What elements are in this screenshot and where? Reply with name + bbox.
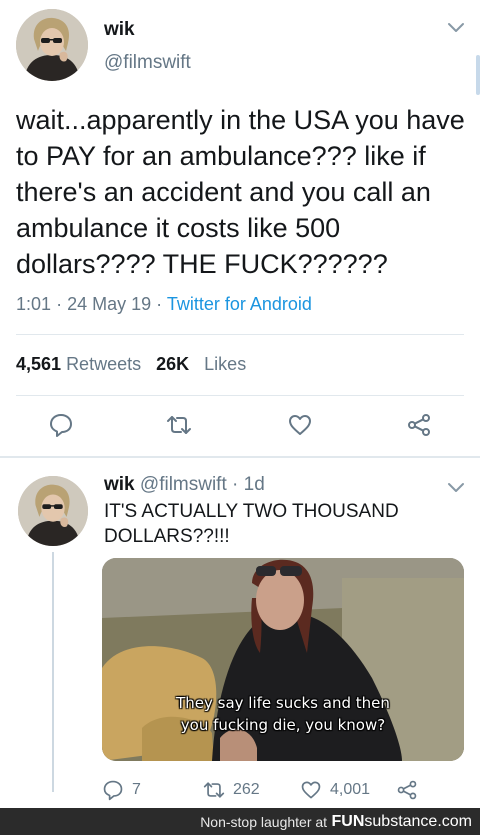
retweet-icon[interactable] [166,412,192,438]
retweet-count: 262 [233,781,260,798]
caption-line: you fucking die, you know? [180,716,386,734]
like-button[interactable]: 4,001 [300,778,370,802]
meta-separator: · [56,294,63,314]
meta-separator: · [156,294,163,314]
likes-count[interactable]: 26K [156,354,189,374]
thread-line [52,552,54,792]
share-button[interactable] [396,778,426,802]
divider [16,334,464,335]
watermark-tagline: Non-stop laughter at [200,813,328,830]
chevron-down-icon[interactable] [446,477,466,497]
tweet-meta: 1:01 · 24 May 19 · Twitter for Android [16,294,312,315]
avatar[interactable] [16,9,88,81]
like-icon [301,781,321,799]
section-divider [0,456,480,458]
tweet-text: wait...apparently in the USA you have to… [16,105,465,279]
tweet-age[interactable]: 1d [244,474,265,495]
display-name[interactable]: wik [104,474,135,495]
brand-sub: substance [364,812,438,830]
likes-label[interactable]: Likes [204,354,246,374]
reply-icon [103,780,123,801]
caption-line: They say life sucks and then [176,694,390,712]
like-count: 4,001 [330,781,371,798]
reply-count: 7 [132,781,141,798]
media-image[interactable]: They say life sucks and then you fucking… [102,558,464,761]
avatar[interactable] [18,476,88,546]
watermark-logo: FUNsubstance.com [332,813,473,831]
reply-header: wik @filmswift · 1d [104,474,265,496]
tweet-time: 1:01 [16,294,52,314]
brand-main: FUN [331,812,365,830]
tweet-date: 24 May 19 [67,294,152,314]
user-handle[interactable]: @filmswift [104,52,191,74]
media-caption: They say life sucks and then you fucking… [102,692,464,736]
like-icon[interactable] [287,412,313,438]
chevron-down-icon[interactable] [446,17,466,37]
display-name[interactable]: wik [104,19,135,41]
retweet-icon [203,782,225,798]
watermark-bar: Non-stop laughter at FUNsubstance.com [0,808,480,835]
tweet-stats: 4,561 Retweets 26K Likes [16,354,246,375]
meta-separator: · [232,474,239,495]
reply-button[interactable]: 7 [102,778,141,802]
retweets-count[interactable]: 4,561 [16,354,61,374]
reply-text: IT'S ACTUALLY TWO THOUSAND DOLLARS??!!! [104,501,399,547]
share-icon [397,780,417,800]
retweets-label[interactable]: Retweets [66,354,141,374]
share-icon[interactable] [406,412,432,438]
retweet-button[interactable]: 262 [203,778,260,802]
scrollbar[interactable] [476,55,480,95]
tweet-source-link[interactable]: Twitter for Android [167,294,312,314]
brand-tld: .com [437,812,472,830]
user-handle[interactable]: @filmswift [140,474,227,495]
reply-icon[interactable] [48,412,74,438]
divider [16,395,464,396]
